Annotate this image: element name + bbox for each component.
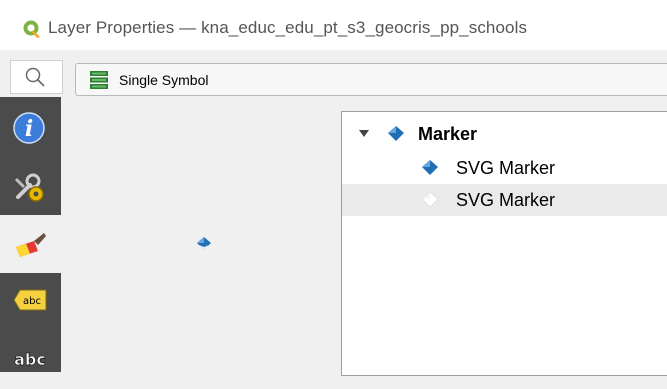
tree-item-label: Marker [418,124,478,144]
symbology-brush-icon [16,233,46,257]
svg-marker-preview-icon [197,237,211,250]
tree-item-svg-marker[interactable]: SVG Marker [342,152,667,184]
qgis-logo-icon [23,20,40,38]
tree-item-svg-marker-selected[interactable]: SVG Marker [342,184,667,216]
information-icon: i [13,112,45,144]
tree-item-label: SVG Marker [456,190,556,210]
sidebar-item-masks[interactable]: abc [0,331,61,389]
marker-icon [388,126,404,141]
window-title: Layer Properties — kna_educ_edu_pt_s3_ge… [48,18,528,37]
title-bar: Layer Properties — kna_educ_edu_pt_s3_ge… [0,0,667,50]
tree-item-marker[interactable]: Marker [342,118,667,150]
search-icon [25,67,45,87]
renderer-selected-value: Single Symbol [119,72,209,88]
svg-marker-white-icon [421,191,439,208]
sidebar-item-symbology[interactable] [0,215,61,273]
collapse-arrow-icon[interactable] [359,130,369,138]
svg-marker-icon [422,160,438,175]
symbol-layer-tree: Marker SVG Marker SVG Marker [341,111,667,376]
source-tools-icon [14,173,44,202]
masks-abc-icon: abc [14,350,46,370]
sidebar-item-information[interactable]: i [0,99,61,157]
search-input[interactable] [10,60,63,94]
renderer-dropdown[interactable]: Single Symbol [75,63,667,96]
svg-text:abc: abc [14,350,46,369]
properties-sidebar: i abc abc [0,97,61,372]
labels-abc-icon: abc [13,289,47,311]
sidebar-item-labels[interactable]: abc [0,273,61,331]
symbol-preview [62,97,342,372]
tree-item-label: SVG Marker [456,158,556,178]
single-symbol-icon [90,71,108,89]
svg-text:i: i [25,116,33,142]
sidebar-item-source[interactable] [0,157,61,215]
svg-text:abc: abc [23,296,41,307]
